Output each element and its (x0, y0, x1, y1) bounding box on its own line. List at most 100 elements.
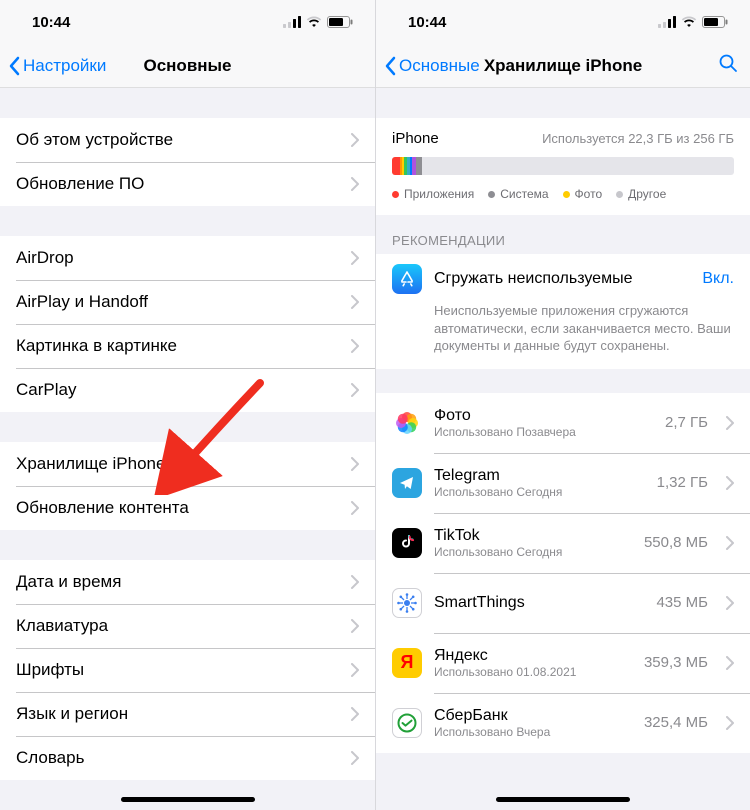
storage-summary: iPhone Используется 22,3 ГБ из 256 ГБ Пр… (376, 118, 750, 215)
offload-unused-state: Вкл. (702, 270, 734, 288)
app-last-used: Использовано 01.08.2021 (434, 665, 632, 679)
row-about[interactable]: Об этом устройстве (0, 118, 375, 162)
app-name: СберБанк (434, 707, 632, 725)
app-size: 550,8 МБ (644, 534, 708, 551)
app-last-used: Использовано Вчера (434, 725, 632, 739)
storage-content[interactable]: iPhone Используется 22,3 ГБ из 256 ГБ Пр… (376, 88, 750, 810)
row-label: AirPlay и Handoff (16, 292, 345, 312)
legend-item: Приложения (392, 187, 474, 201)
legend-item: Другое (616, 187, 666, 201)
search-button[interactable] (714, 49, 742, 82)
chevron-right-icon (351, 707, 359, 721)
row-pip[interactable]: Картинка в картинке (0, 324, 375, 368)
row-label: Словарь (16, 748, 345, 768)
row-label: AirDrop (16, 248, 345, 268)
back-label: Основные (399, 56, 480, 76)
app-list: ФотоИспользовано Позавчера2,7 ГБTelegram… (376, 393, 750, 753)
storage-device-label: iPhone (392, 130, 439, 147)
cellular-icon (658, 16, 676, 28)
row-airplay-handoff[interactable]: AirPlay и Handoff (0, 280, 375, 324)
settings-list[interactable]: Об этом устройстве Обновление ПО AirDrop Ai… (0, 88, 375, 810)
chevron-right-icon (351, 619, 359, 633)
row-software-update[interactable]: Обновление ПО (0, 162, 375, 206)
chevron-right-icon (351, 457, 359, 471)
sberbank-icon (392, 708, 422, 738)
status-time: 10:44 (408, 14, 446, 31)
offload-unused-label: Сгружать неиспользуемые (434, 270, 690, 288)
recommendation-card: Сгружать неиспользуемые Вкл. Неиспользуе… (376, 254, 750, 369)
row-iphone-storage[interactable]: Хранилище iPhone (0, 442, 375, 486)
app-row[interactable]: TikTokИспользовано Сегодня550,8 МБ (376, 513, 750, 573)
storage-segment (416, 157, 421, 175)
screen-iphone-storage: 10:44 Основные Хранилище iPhone iPhone И… (375, 0, 750, 810)
chevron-right-icon (351, 751, 359, 765)
row-label: Об этом устройстве (16, 130, 345, 150)
app-name: Telegram (434, 467, 645, 485)
chevron-left-icon (384, 56, 396, 76)
row-fonts[interactable]: Шрифты (0, 648, 375, 692)
legend-dot-icon (392, 191, 399, 198)
chevron-right-icon (351, 339, 359, 353)
row-keyboard[interactable]: Клавиатура (0, 604, 375, 648)
row-label: Картинка в картинке (16, 336, 345, 356)
chevron-right-icon (351, 663, 359, 677)
app-size: 359,3 МБ (644, 654, 708, 671)
row-carplay[interactable]: CarPlay (0, 368, 375, 412)
row-label: Дата и время (16, 572, 345, 592)
chevron-right-icon (726, 416, 734, 430)
app-size: 2,7 ГБ (665, 414, 708, 431)
back-button[interactable]: Основные (384, 56, 480, 76)
chevron-right-icon (351, 133, 359, 147)
chevron-right-icon (351, 177, 359, 191)
legend-item: Система (488, 187, 548, 201)
row-label: Язык и регион (16, 704, 345, 724)
row-background-refresh[interactable]: Обновление контента (0, 486, 375, 530)
appstore-icon (392, 264, 422, 294)
tiktok-icon (392, 528, 422, 558)
app-row[interactable]: ЯЯндексИспользовано 01.08.2021359,3 МБ (376, 633, 750, 693)
offload-unused-row[interactable]: Сгружать неиспользуемые Вкл. (376, 254, 750, 300)
app-name: SmartThings (434, 594, 644, 612)
offload-unused-desc: Неиспользуемые приложения сгружаются авт… (376, 300, 750, 369)
row-dictionary[interactable]: Словарь (0, 736, 375, 780)
recommendations-header: РЕКОМЕНДАЦИИ (376, 215, 750, 254)
app-name: Яндекс (434, 647, 632, 665)
app-row[interactable]: SmartThings 435 МБ (376, 573, 750, 633)
status-time: 10:44 (32, 14, 70, 31)
app-row[interactable]: СберБанкИспользовано Вчера 325,4 МБ (376, 693, 750, 753)
storage-legend: Приложения Система Фото Другое (392, 187, 734, 201)
legend-dot-icon (616, 191, 623, 198)
battery-icon (702, 16, 728, 28)
legend-dot-icon (563, 191, 570, 198)
wifi-icon (306, 16, 322, 28)
legend-label: Система (500, 187, 548, 201)
smartthings-icon (392, 588, 422, 618)
chevron-right-icon (351, 575, 359, 589)
nav-bar: Основные Хранилище iPhone (376, 44, 750, 88)
row-language-region[interactable]: Язык и регион (0, 692, 375, 736)
chevron-right-icon (726, 716, 734, 730)
app-row[interactable]: TelegramИспользовано Сегодня1,32 ГБ (376, 453, 750, 513)
legend-item: Фото (563, 187, 603, 201)
app-size: 435 МБ (656, 594, 708, 611)
wifi-icon (681, 16, 697, 28)
app-row[interactable]: ФотоИспользовано Позавчера2,7 ГБ (376, 393, 750, 453)
search-icon (718, 53, 738, 73)
legend-dot-icon (488, 191, 495, 198)
chevron-right-icon (726, 476, 734, 490)
app-name: Фото (434, 407, 653, 425)
chevron-right-icon (726, 536, 734, 550)
app-size: 325,4 МБ (644, 714, 708, 731)
row-airdrop[interactable]: AirDrop (0, 236, 375, 280)
app-last-used: Использовано Сегодня (434, 545, 632, 559)
row-date-time[interactable]: Дата и время (0, 560, 375, 604)
storage-segment (392, 157, 400, 175)
battery-icon (327, 16, 353, 28)
back-button[interactable]: Настройки (8, 56, 106, 76)
chevron-right-icon (351, 383, 359, 397)
status-bar: 10:44 (0, 0, 375, 44)
app-last-used: Использовано Сегодня (434, 485, 645, 499)
home-indicator[interactable] (496, 797, 630, 802)
home-indicator[interactable] (121, 797, 255, 802)
row-label: CarPlay (16, 380, 345, 400)
